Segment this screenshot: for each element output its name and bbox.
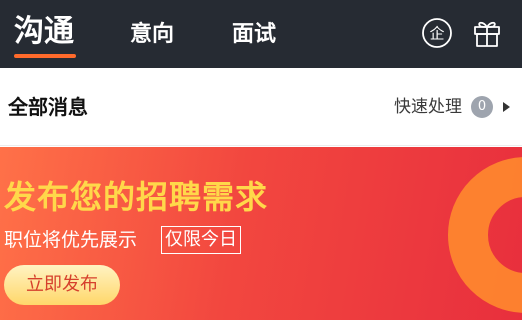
promo-banner[interactable]: 发布您的招聘需求 职位将优先展示 仅限今日 立即发布 [0, 147, 522, 320]
chevron-right-icon [503, 102, 510, 112]
message-header: 全部消息 快速处理 0 [0, 68, 522, 146]
tab-intention[interactable]: 意向 [130, 17, 174, 53]
enterprise-icon[interactable]: 企 [421, 17, 453, 49]
top-nav-bar: 沟通 意向 面试 企 [0, 0, 522, 68]
tab-communication[interactable]: 沟通 [14, 14, 74, 50]
tab-interview[interactable]: 面试 [232, 17, 276, 53]
enterprise-icon-glyph: 企 [429, 25, 444, 43]
quick-process-label: 快速处理 [394, 97, 462, 117]
banner-subtitle: 职位将优先展示 [4, 229, 138, 251]
decorative-ring-icon [448, 157, 522, 313]
publish-now-button[interactable]: 立即发布 [4, 265, 120, 305]
gift-icon[interactable] [471, 17, 503, 49]
banner-title: 发布您的招聘需求 [4, 178, 269, 216]
limited-time-tag: 仅限今日 [161, 226, 241, 254]
all-messages-title: 全部消息 [8, 95, 88, 119]
quick-process-count-badge: 0 [471, 96, 493, 118]
quick-process-button[interactable]: 快速处理 0 [394, 94, 510, 120]
active-tab-indicator [14, 54, 76, 58]
